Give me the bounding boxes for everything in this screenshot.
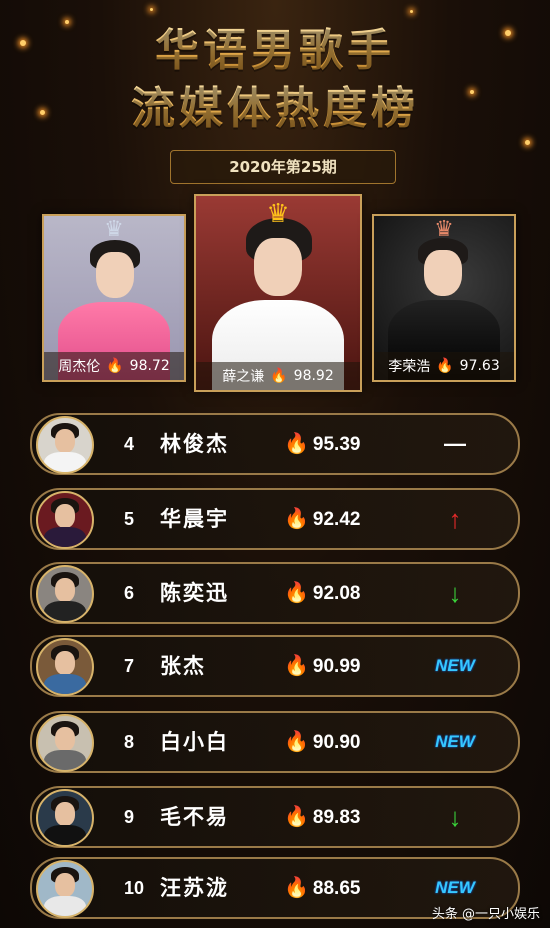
caption: 薛之谦 🔥 98.92	[196, 362, 360, 390]
fire-icon: 🔥	[284, 877, 309, 899]
watermark: 头条 @一只小娱乐	[431, 907, 540, 922]
score-value: 90.90	[312, 732, 361, 753]
avatar	[36, 491, 94, 549]
crown-icon: ♛	[104, 216, 124, 241]
sparkle-decoration	[150, 8, 153, 11]
avatar	[36, 638, 94, 696]
fire-icon: 🔥	[284, 731, 309, 753]
singer-name: 陈奕迅	[160, 581, 229, 605]
ranking-row[interactable]: 4 林俊杰 🔥 95.39 —	[30, 413, 520, 475]
singer-name: 张杰	[160, 654, 206, 678]
score-value: 98.92	[293, 368, 334, 384]
singer-name: 林俊杰	[160, 432, 229, 456]
singer-name: 薛之谦	[222, 369, 265, 385]
new-badge: NEW	[435, 656, 475, 675]
fire-icon: 🔥	[106, 358, 124, 374]
sparkle-decoration	[525, 140, 530, 145]
singer-name: 毛不易	[160, 805, 229, 829]
avatar	[36, 789, 94, 847]
avatar	[36, 416, 94, 474]
fire-icon: 🔥	[284, 433, 309, 455]
score: 🔥 90.90	[284, 713, 360, 771]
singer-name: 白小白	[160, 730, 229, 754]
score-value: 95.39	[312, 434, 361, 455]
score: 🔥 89.83	[284, 788, 360, 846]
avatar	[36, 860, 94, 918]
face	[424, 250, 462, 296]
rank-number: 6	[124, 583, 135, 603]
score-value: 90.99	[312, 656, 361, 677]
score: 🔥 92.42	[284, 490, 360, 548]
singer-name: 华晨宇	[160, 507, 229, 531]
new-badge: NEW	[435, 732, 475, 751]
fire-icon: 🔥	[284, 806, 309, 828]
score-value: 92.08	[312, 583, 361, 604]
ranking-row[interactable]: 5 华晨宇 🔥 92.42 ↑	[30, 488, 520, 550]
score: 🔥 90.99	[284, 637, 360, 695]
score-value: 88.65	[312, 878, 361, 899]
score-value: 97.63	[459, 358, 500, 374]
face	[254, 238, 302, 296]
fire-icon: 🔥	[436, 358, 454, 374]
rank-number: 4	[124, 434, 135, 454]
sparkle-decoration	[410, 10, 413, 13]
fire-icon: 🔥	[284, 655, 309, 677]
top-card-rank3: ♛ 李荣浩 🔥 97.63	[372, 214, 516, 382]
ranking-row[interactable]: 7 张杰 🔥 90.99 NEW	[30, 635, 520, 697]
crown-icon: ♛	[266, 198, 290, 228]
score: 🔥 95.39	[284, 415, 360, 473]
singer-name: 李荣浩	[388, 359, 431, 375]
ranking-row[interactable]: 8 白小白 🔥 90.90 NEW	[30, 711, 520, 773]
ranking-row[interactable]: 9 毛不易 🔥 89.83 ↓	[30, 786, 520, 848]
rank-number: 5	[124, 509, 135, 529]
top-card-rank2: ♛ 周杰伦 🔥 98.72	[42, 214, 186, 382]
caption: 李荣浩 🔥 97.63	[374, 352, 514, 380]
page-title-line2: 流媒体热度榜	[0, 72, 550, 136]
fire-icon: 🔥	[270, 368, 288, 384]
issue-label: 2020年第25期	[170, 150, 396, 184]
trend-up-icon: ↑	[448, 504, 462, 534]
ranking-row[interactable]: 6 陈奕迅 🔥 92.08 ↓	[30, 562, 520, 624]
face	[96, 252, 134, 298]
trend-down-icon: ↓	[448, 578, 462, 608]
score-value: 98.72	[129, 358, 170, 374]
page-title-line1: 华语男歌手	[0, 14, 550, 78]
trend-down-icon: ↓	[448, 802, 462, 832]
rank-number: 7	[124, 656, 135, 676]
rank-number: 9	[124, 807, 135, 827]
score: 🔥 88.65	[284, 859, 360, 917]
trend-flat-icon: —	[444, 431, 466, 456]
rank-number: 8	[124, 732, 135, 752]
avatar	[36, 565, 94, 623]
singer-name: 周杰伦	[58, 359, 101, 375]
rank-number: 10	[124, 878, 145, 898]
score-value: 89.83	[312, 807, 361, 828]
score: 🔥 92.08	[284, 564, 360, 622]
avatar	[36, 714, 94, 772]
fire-icon: 🔥	[284, 508, 309, 530]
score-value: 92.42	[312, 509, 361, 530]
crown-icon: ♛	[434, 216, 454, 241]
top-card-rank1: ♛ 薛之谦 🔥 98.92	[194, 194, 362, 392]
caption: 周杰伦 🔥 98.72	[44, 352, 184, 380]
singer-name: 汪苏泷	[160, 876, 229, 900]
fire-icon: 🔥	[284, 582, 309, 604]
